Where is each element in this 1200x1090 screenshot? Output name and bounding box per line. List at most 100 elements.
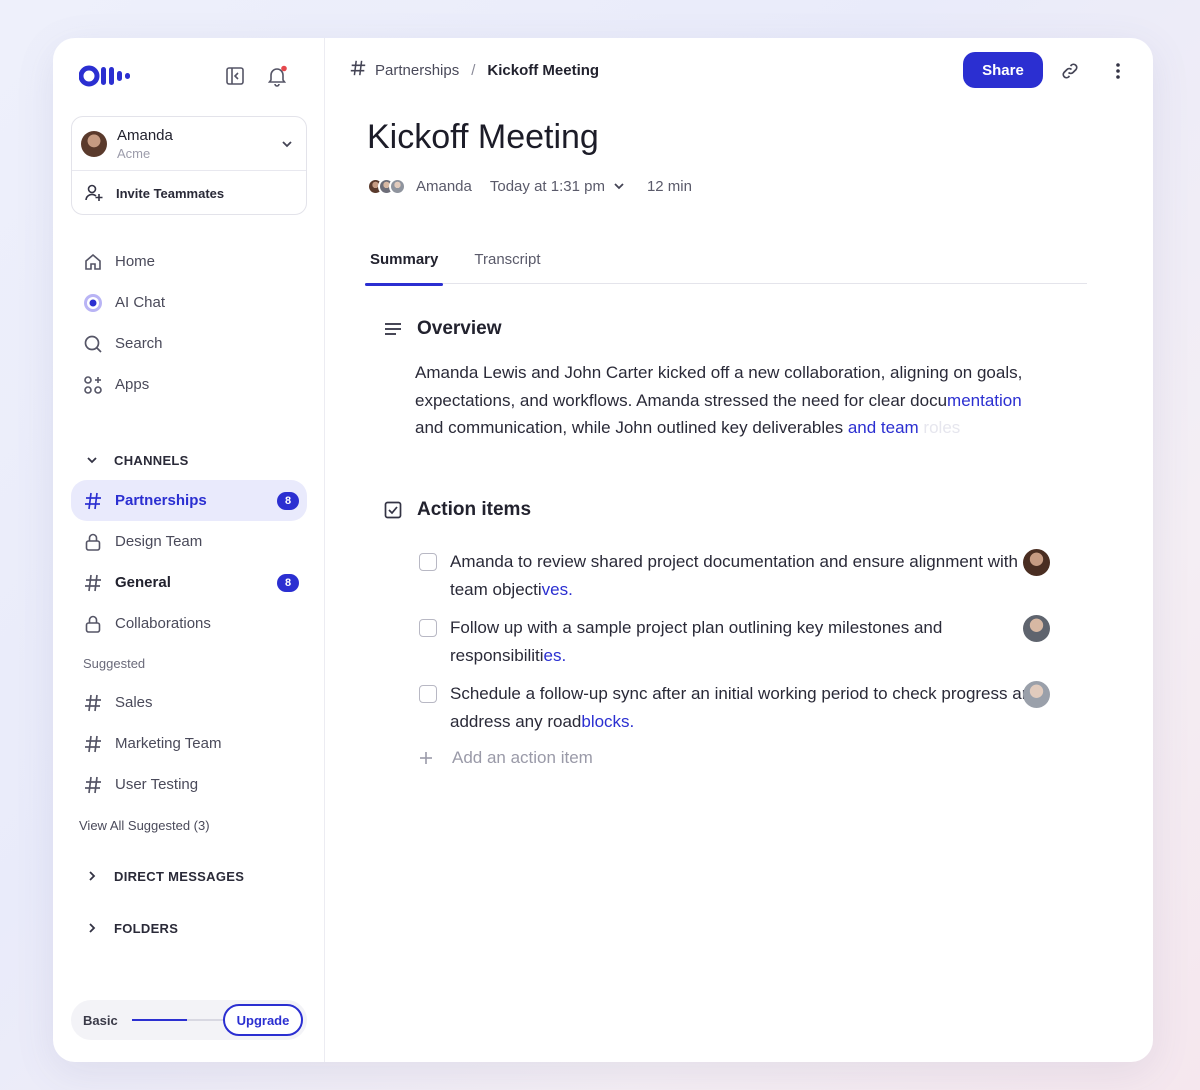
action-item-text[interactable]: Follow up with a sample project plan out… <box>450 618 942 665</box>
folders-heading: FOLDERS <box>114 920 179 936</box>
action-item-checkbox[interactable] <box>419 685 437 703</box>
notifications-bell-icon[interactable] <box>265 64 289 88</box>
nav-search[interactable]: Search <box>71 323 307 364</box>
checkbox-checked-icon <box>383 501 403 519</box>
meeting-duration: 12 min <box>646 177 692 195</box>
meeting-datetime[interactable]: Today at 1:31 pm <box>490 178 605 195</box>
view-all-suggested-link[interactable]: View All Suggested (3) <box>71 805 307 845</box>
channel-collaborations[interactable]: Collaborations <box>71 603 307 644</box>
overview-text: Amanda Lewis and John Carter kicked off … <box>415 359 1105 442</box>
plus-icon <box>419 751 435 765</box>
chevron-down-icon[interactable] <box>613 180 625 192</box>
channel-design-team[interactable]: Design Team <box>71 521 307 562</box>
breadcrumb-separator: / <box>471 61 476 79</box>
breadcrumb-current: Kickoff Meeting <box>487 61 600 79</box>
hash-icon <box>83 573 103 593</box>
action-item-text[interactable]: Amanda to review shared project document… <box>450 552 1018 599</box>
overview-body: Amanda Lewis and John Carter kicked off … <box>415 363 1023 410</box>
hash-icon <box>83 734 103 754</box>
action-item-text-highlight: es. <box>543 646 567 665</box>
nav-label: Search <box>115 335 163 352</box>
channels-heading: CHANNELS <box>114 452 189 468</box>
nav-label: AI Chat <box>115 294 166 311</box>
tab-bar: Summary Transcript <box>365 234 1087 286</box>
lock-icon <box>83 614 103 634</box>
channel-label: User Testing <box>115 776 199 793</box>
channels-section: CHANNELS Partnerships 8 Design Team Gene… <box>71 440 307 845</box>
meeting-view: Partnerships / Kickoff Meeting Share Kic… <box>325 38 1153 1062</box>
account-org: Acme <box>117 145 151 161</box>
action-item-checkbox[interactable] <box>419 619 437 637</box>
notification-dot <box>281 65 287 72</box>
overview-heading: Overview <box>383 317 502 341</box>
channel-label: Sales <box>115 694 153 711</box>
unread-badge: 8 <box>277 573 299 592</box>
suggested-user-testing[interactable]: User Testing <box>71 764 307 805</box>
assignee-avatar[interactable] <box>1023 681 1050 708</box>
participants-avatars[interactable] <box>367 177 406 195</box>
collapse-sidebar-icon[interactable] <box>223 64 247 88</box>
unread-badge: 8 <box>277 491 299 510</box>
nav-ai-chat[interactable]: AI Chat <box>71 282 307 323</box>
breadcrumb: Partnerships / Kickoff Meeting <box>349 60 599 80</box>
chevron-down-icon <box>85 454 99 466</box>
main-nav: Home AI Chat Search Apps <box>71 241 307 405</box>
overview-fade-text: roles <box>923 418 961 437</box>
nav-label: Apps <box>115 376 150 393</box>
action-items-list: Amanda to review shared project document… <box>417 548 1057 746</box>
suggested-sales[interactable]: Sales <box>71 682 307 723</box>
action-item-checkbox[interactable] <box>419 553 437 571</box>
account-switcher[interactable]: Amanda Acme <box>72 117 306 171</box>
action-item: Follow up with a sample project plan out… <box>417 614 1057 680</box>
plan-usage-bar <box>131 1019 224 1021</box>
add-action-item-button[interactable]: Add an action item <box>419 746 593 770</box>
more-options-icon[interactable] <box>1107 60 1129 82</box>
action-items-heading: Action items <box>383 498 531 522</box>
account-card: Amanda Acme Invite Teammates <box>71 116 307 215</box>
assignee-avatar[interactable] <box>1023 615 1050 642</box>
channel-label: General <box>115 574 171 591</box>
channel-general[interactable]: General 8 <box>71 562 307 603</box>
plan-usage: Basic Upgrade <box>71 1000 307 1040</box>
copy-link-icon[interactable] <box>1059 60 1081 82</box>
invite-teammates-button[interactable]: Invite Teammates <box>72 171 306 214</box>
action-items-title: Action items <box>417 499 532 520</box>
nav-label: Home <box>115 253 156 270</box>
chevron-right-icon <box>85 922 99 934</box>
invite-label: Invite Teammates <box>116 185 225 201</box>
app-window: Amanda Acme Invite Teammates Home AI Cha… <box>53 38 1153 1062</box>
suggested-marketing-team[interactable]: Marketing Team <box>71 723 307 764</box>
direct-messages-toggle[interactable]: DIRECT MESSAGES <box>71 856 307 896</box>
share-button[interactable]: Share <box>963 52 1043 88</box>
meeting-owner: Amanda <box>416 177 472 195</box>
overview-title: Overview <box>417 318 502 339</box>
tab-summary[interactable]: Summary <box>365 234 444 286</box>
nav-apps[interactable]: Apps <box>71 364 307 405</box>
page-title: Kickoff Meeting <box>367 118 599 156</box>
channel-partnerships[interactable]: Partnerships 8 <box>71 480 307 521</box>
avatar <box>389 177 406 195</box>
hash-icon <box>83 693 103 713</box>
search-icon <box>83 334 103 354</box>
ai-chat-icon <box>83 293 103 313</box>
folders-toggle[interactable]: FOLDERS <box>71 908 307 948</box>
channels-toggle[interactable]: CHANNELS <box>71 440 307 480</box>
breadcrumb-channel[interactable]: Partnerships <box>375 62 459 79</box>
suggested-label: Suggested <box>83 655 146 671</box>
channel-label: Marketing Team <box>115 735 222 752</box>
home-icon <box>83 252 103 272</box>
channel-label: Collaborations <box>115 615 211 632</box>
action-item-text[interactable]: Schedule a follow-up sync after an initi… <box>450 684 1041 731</box>
tab-transcript[interactable]: Transcript <box>469 234 545 284</box>
overview-body: and communication, while John outlined k… <box>415 418 848 437</box>
assignee-avatar[interactable] <box>1023 549 1050 576</box>
channel-label: Design Team <box>115 533 203 550</box>
upgrade-button[interactable]: Upgrade <box>223 1004 303 1036</box>
chevron-right-icon <box>85 870 99 882</box>
nav-home[interactable]: Home <box>71 241 307 282</box>
action-item: Amanda to review shared project document… <box>417 548 1057 614</box>
user-avatar <box>81 130 107 157</box>
channel-label: Partnerships <box>115 492 207 509</box>
lock-icon <box>83 532 103 552</box>
otter-logo[interactable] <box>79 64 135 88</box>
